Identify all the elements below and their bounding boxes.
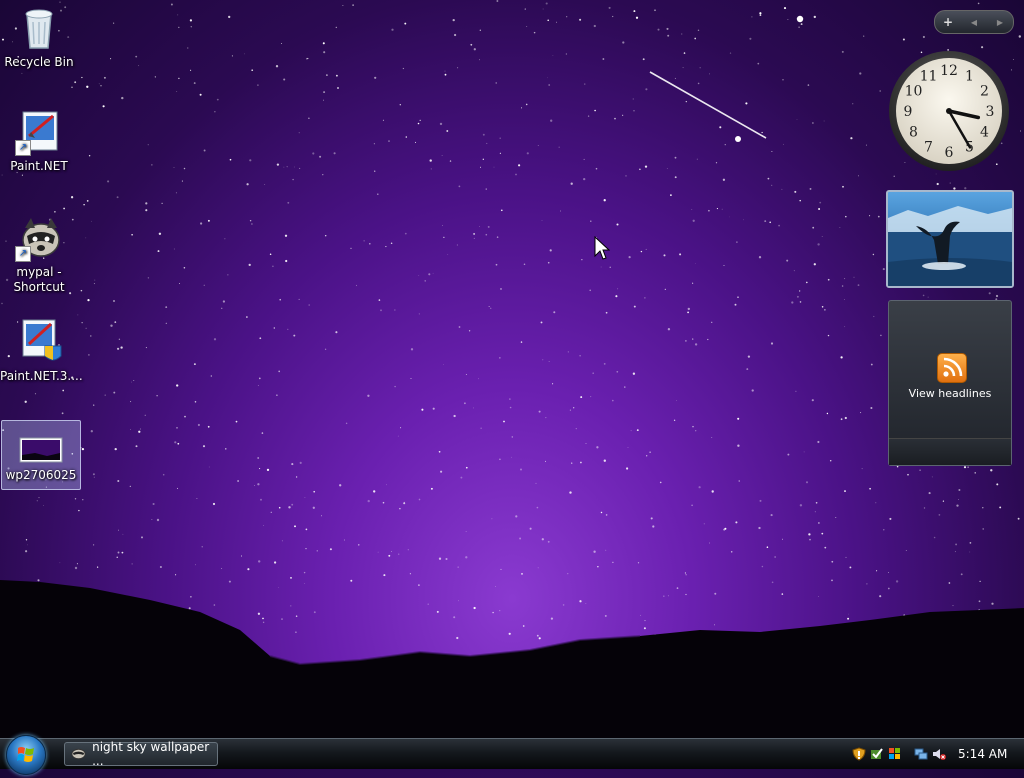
desktop-icon-label: Recycle Bin (4, 55, 74, 69)
whale-tail-photo (888, 206, 1012, 286)
raccoon-icon: ↗ (15, 214, 63, 262)
desktop-icon-label: Paint.NET.3.... (0, 369, 83, 383)
desktop-icon-mypal[interactable]: ↗ mypal - Shortcut (0, 214, 78, 295)
slideshow-gadget[interactable] (886, 190, 1014, 288)
clock-numeral: 2 (980, 84, 989, 100)
windows-logo-icon (17, 747, 34, 762)
sidebar-gadget-toolbar: + ◀ ▶ (934, 10, 1014, 34)
taskbar: night sky wallpaper ... 5:14 AM (0, 735, 1024, 775)
desktop-icon-label: wp2706025 (5, 468, 77, 482)
start-button[interactable] (6, 735, 46, 775)
clock-numeral: 10 (905, 84, 923, 100)
security-shield-icon[interactable] (852, 747, 866, 761)
view-headlines-label[interactable]: View headlines (889, 387, 1011, 400)
taskbar-button-label: night sky wallpaper ... (92, 740, 210, 768)
desktop-icon-paint-net[interactable]: ↗ Paint.NET (0, 108, 78, 174)
clock-numeral: 9 (904, 104, 913, 120)
taskbar-clock[interactable]: 5:14 AM (958, 747, 1007, 761)
mountain-silhouette (0, 580, 1024, 740)
raccoon-small-icon (71, 748, 86, 760)
recycle-bin-icon (15, 4, 63, 52)
clock-numeral: 7 (924, 140, 933, 156)
previous-gadget-button[interactable]: ◀ (961, 18, 987, 27)
clock-numeral: 11 (920, 69, 938, 85)
clock-numeral: 1 (965, 69, 974, 85)
volume-muted-icon[interactable] (932, 747, 946, 761)
shortcut-arrow-icon: ↗ (15, 140, 31, 156)
paint-net-icon: ↗ (15, 108, 63, 156)
mouse-pointer-icon (594, 236, 610, 260)
network-icon[interactable] (914, 747, 928, 761)
windows-update-icon[interactable] (870, 747, 884, 761)
bright-star (735, 136, 741, 142)
add-gadget-button[interactable]: + (935, 15, 961, 29)
desktop-icon-recycle-bin[interactable]: Recycle Bin (0, 4, 78, 70)
clock-numeral: 3 (986, 104, 995, 120)
desktop-icon-label: Paint.NET (10, 159, 68, 173)
taskbar-button-wallpaper-window[interactable]: night sky wallpaper ... (64, 740, 218, 768)
feed-headlines-gadget[interactable]: View headlines (888, 300, 1012, 466)
shooting-star (649, 71, 767, 139)
clock-numeral: 6 (945, 145, 954, 161)
desktop-icon-wallpaper-file[interactable]: wp2706025 (1, 420, 81, 490)
desktop-icon-label: mypal - Shortcut (13, 265, 65, 294)
clock-gadget[interactable]: 121234567891011 (888, 50, 1010, 172)
shortcut-arrow-icon: ↗ (15, 246, 31, 262)
clock-numeral: 12 (940, 63, 958, 79)
image-file-icon (17, 435, 65, 465)
clock-numeral: 8 (909, 125, 918, 141)
bright-star (796, 15, 804, 23)
next-gadget-button[interactable]: ▶ (987, 18, 1013, 27)
notification-area: 5:14 AM (852, 739, 1024, 769)
paint-net-installer-icon (15, 318, 63, 366)
desktop-icon-paint-net-installer[interactable]: Paint.NET.3.... (0, 318, 83, 384)
rss-icon (937, 353, 967, 383)
windows-flag-icon[interactable] (888, 747, 902, 761)
feed-bottom-strip (889, 438, 1011, 465)
clock-numeral: 4 (980, 125, 989, 141)
